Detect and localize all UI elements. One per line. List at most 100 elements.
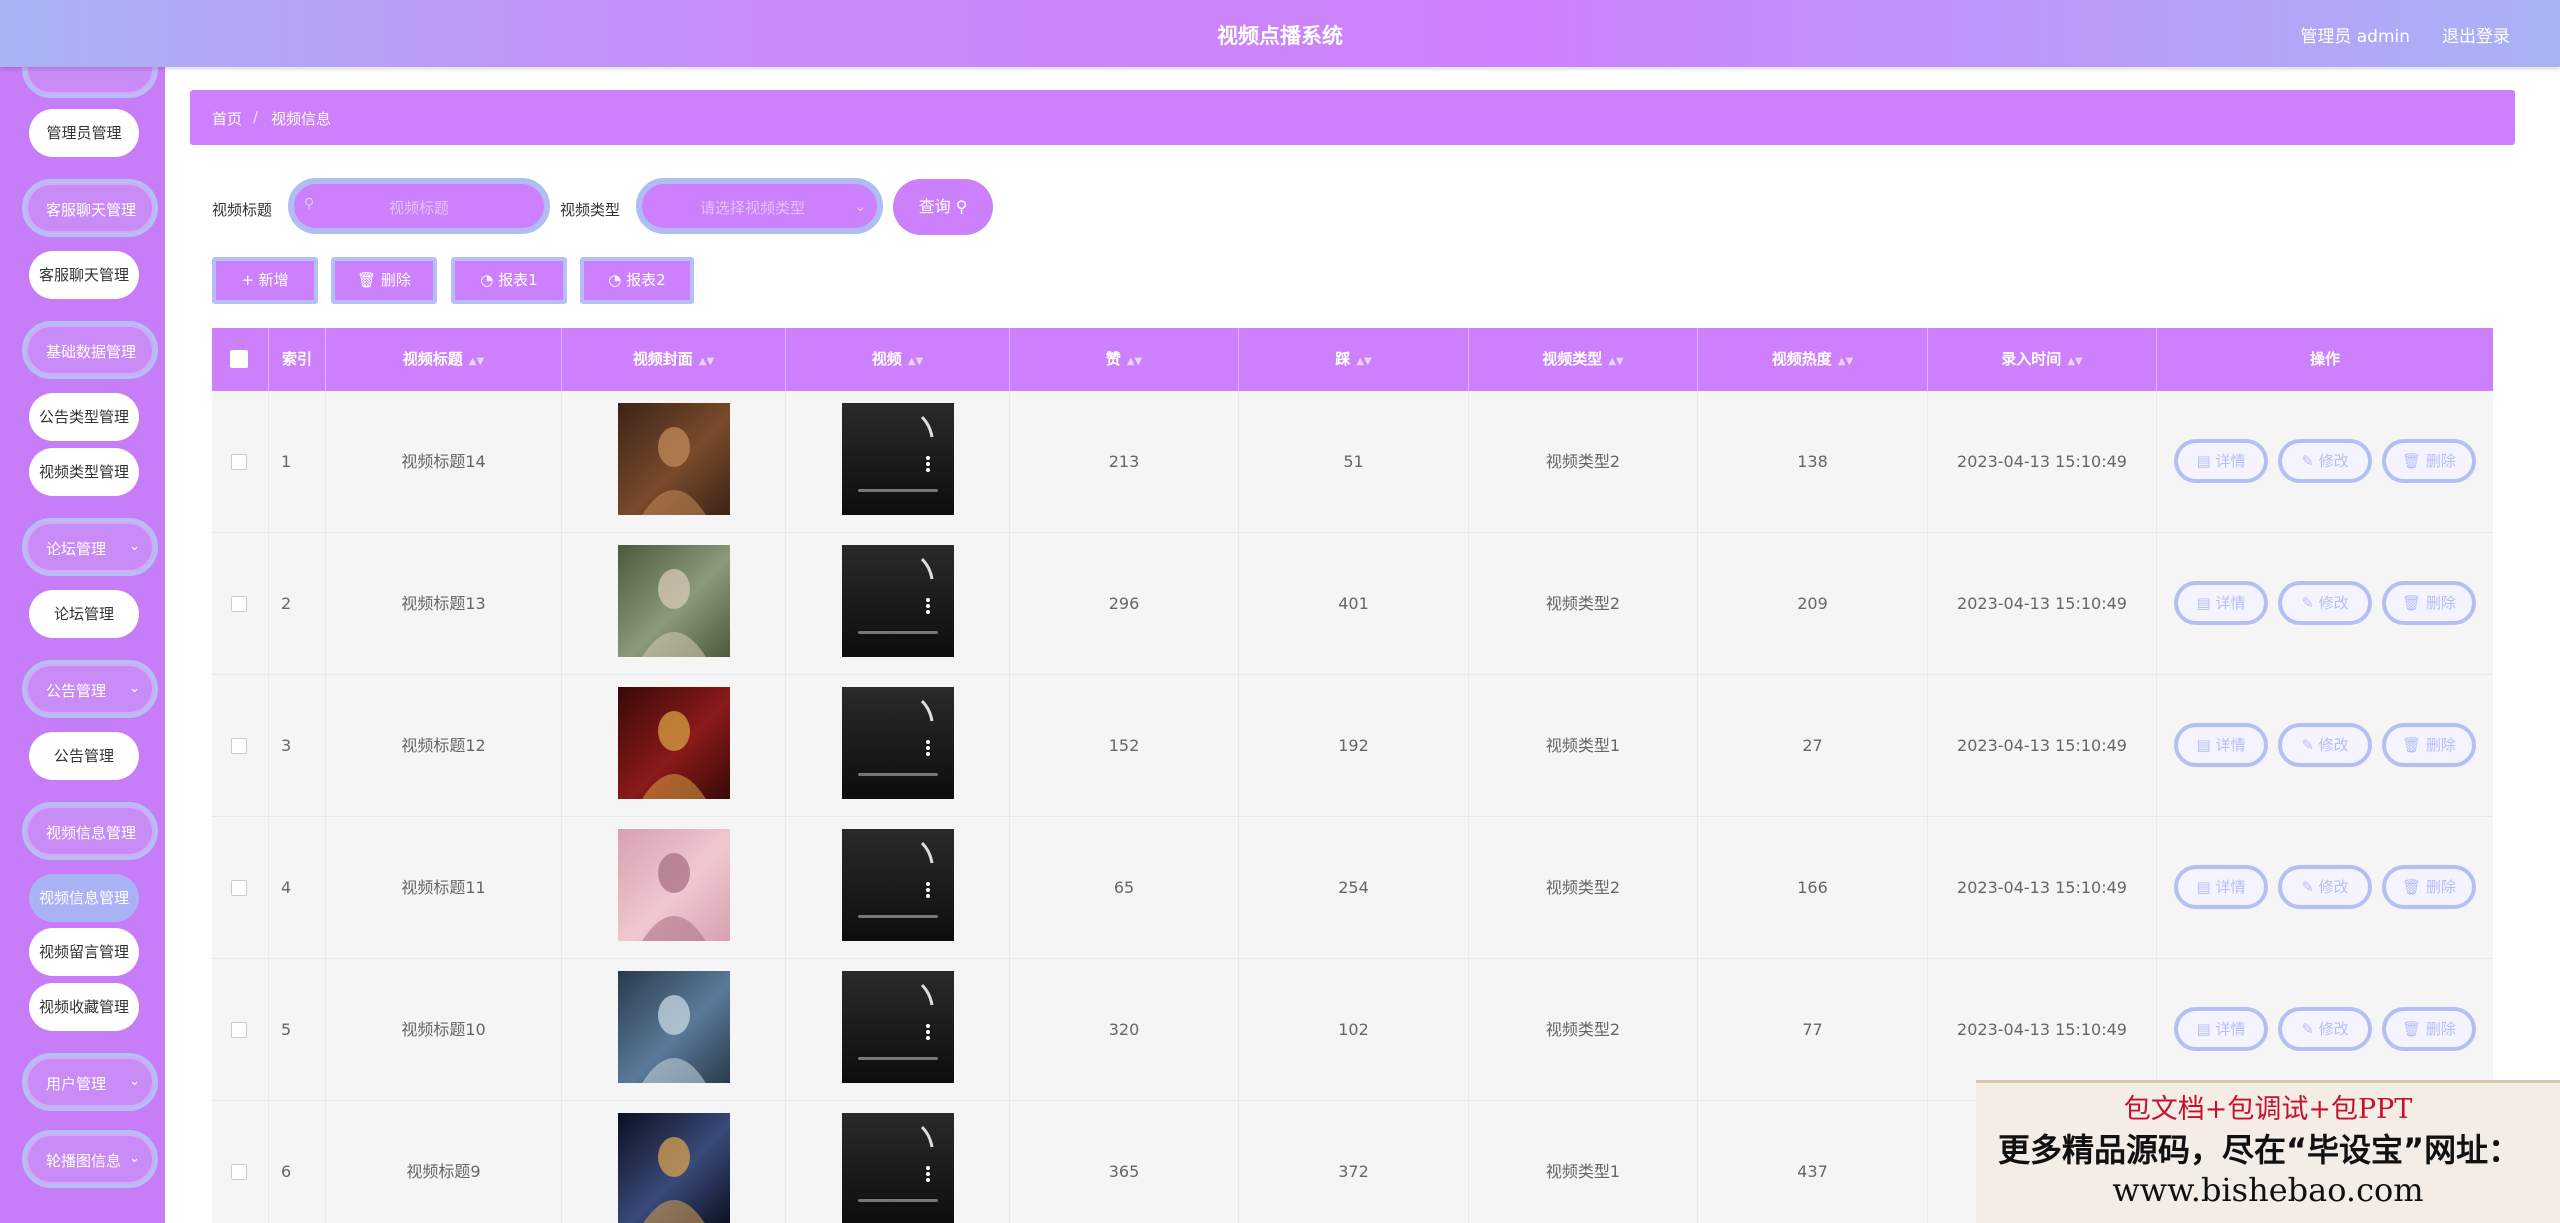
row-select-cell — [212, 1101, 269, 1223]
header-time[interactable]: 录入时间 ▲▼ — [1928, 328, 2157, 391]
cell-index: 1 — [269, 391, 326, 533]
trash-icon: 🗑 — [2402, 1020, 2426, 1038]
video-player[interactable] — [842, 829, 954, 941]
logout-link[interactable]: 退出登录 — [2442, 22, 2510, 47]
sort-icon: ▲▼ — [1356, 356, 1372, 367]
table-header: 索引 视频标题 ▲▼ 视频封面 ▲▼ 视频 ▲▼ 赞 ▲▼ 踩 ▲▼ 视频类型 ▲▼ 视频热… — [212, 328, 2493, 391]
type-select[interactable]: 请选择视频类型 ⌄ — [636, 178, 883, 234]
edit-button[interactable]: ✎ 修改 — [2278, 723, 2372, 767]
row-checkbox[interactable] — [231, 1022, 247, 1038]
document-icon: ▤ — [2196, 736, 2216, 754]
cover-image[interactable] — [618, 1113, 730, 1223]
delete-button[interactable]: 🗑 删除 — [2382, 865, 2476, 909]
edit-button[interactable]: ✎ 修改 — [2278, 581, 2372, 625]
cell-actions: ▤ 详情✎ 修改🗑 删除 — [2157, 533, 2493, 675]
cell-title: 视频标题13 — [326, 533, 562, 675]
delete-button[interactable]: 🗑 删除 — [2382, 723, 2476, 767]
sidebar-item-video-info[interactable]: 视频信息管理 — [29, 874, 139, 922]
cover-image[interactable] — [618, 971, 730, 1083]
cover-image[interactable] — [618, 687, 730, 799]
header-cover[interactable]: 视频封面 ▲▼ — [562, 328, 786, 391]
sidebar-group-carousel[interactable]: 轮播图信息 ⌄ — [22, 1130, 158, 1188]
video-player[interactable] — [842, 971, 954, 1083]
select-all-checkbox[interactable] — [230, 350, 248, 368]
title-search-input[interactable]: ⚲ 视频标题 — [288, 178, 550, 234]
detail-button[interactable]: ▤ 详情 — [2174, 865, 2268, 909]
delete-button[interactable]: 🗑 删除 — [2382, 581, 2476, 625]
sidebar-item-video-comments[interactable]: 视频留言管理 — [29, 928, 139, 976]
row-checkbox[interactable] — [231, 596, 247, 612]
sort-icon: ▲▼ — [1837, 356, 1854, 367]
cell-likes: 296 — [1010, 533, 1239, 675]
header-likes[interactable]: 赞 ▲▼ — [1010, 328, 1239, 391]
breadcrumb-home[interactable]: 首页 — [212, 108, 242, 129]
row-select-cell — [212, 959, 269, 1101]
sidebar-item-notice[interactable]: 公告管理 — [29, 732, 139, 780]
cell-dislikes: 401 — [1239, 533, 1469, 675]
cover-image[interactable] — [618, 545, 730, 657]
video-player[interactable] — [842, 687, 954, 799]
cell-heat: 77 — [1698, 959, 1928, 1101]
header-select-all[interactable] — [212, 328, 269, 391]
ad-line2: 更多精品源码，尽在“毕设宝”网址： — [1998, 1131, 2521, 1169]
sidebar-group-forum[interactable]: 论坛管理 ⌄ — [22, 518, 158, 576]
title-search-placeholder: 视频标题 — [389, 199, 450, 217]
detail-button[interactable]: ▤ 详情 — [2174, 1007, 2268, 1051]
cell-index: 3 — [269, 675, 326, 817]
row-checkbox[interactable] — [231, 880, 247, 896]
cover-image[interactable] — [618, 403, 730, 515]
edit-button[interactable]: ✎ 修改 — [2278, 1007, 2372, 1051]
header-type[interactable]: 视频类型 ▲▼ — [1469, 328, 1698, 391]
cover-image[interactable] — [618, 829, 730, 941]
row-checkbox[interactable] — [231, 738, 247, 754]
cell-video — [786, 675, 1010, 817]
cell-title: 视频标题12 — [326, 675, 562, 817]
cell-video — [786, 1101, 1010, 1223]
sidebar-group-chat[interactable]: 客服聊天管理 — [22, 179, 158, 237]
query-button[interactable]: 查询 ⚲ — [893, 179, 993, 235]
cell-cover — [562, 817, 786, 959]
cell-video — [786, 959, 1010, 1101]
video-player-icon — [858, 557, 938, 634]
sidebar-item-video-favorites[interactable]: 视频收藏管理 — [29, 983, 139, 1031]
video-player[interactable] — [842, 545, 954, 657]
batch-delete-label: 删除 — [380, 271, 411, 289]
delete-button[interactable]: 🗑 删除 — [2382, 1007, 2476, 1051]
report1-button[interactable]: ◔ 报表1 — [451, 257, 567, 304]
detail-button[interactable]: ▤ 详情 — [2174, 723, 2268, 767]
row-checkbox[interactable] — [231, 454, 247, 470]
video-player[interactable] — [842, 1113, 954, 1223]
cell-dislikes: 51 — [1239, 391, 1469, 533]
edit-button[interactable]: ✎ 修改 — [2278, 439, 2372, 483]
delete-button-label: 删除 — [2425, 1020, 2456, 1038]
header-title[interactable]: 视频标题 ▲▼ — [326, 328, 562, 391]
header-video[interactable]: 视频 ▲▼ — [786, 328, 1010, 391]
add-button[interactable]: + 新增 — [212, 257, 318, 304]
header-actions: 操作 — [2309, 350, 2340, 368]
header-heat[interactable]: 视频热度 ▲▼ — [1698, 328, 1928, 391]
sidebar-item-forum[interactable]: 论坛管理 — [29, 590, 139, 638]
sidebar-item-video-type[interactable]: 视频类型管理 — [29, 448, 139, 496]
cell-likes: 152 — [1010, 675, 1239, 817]
sidebar-item-chat[interactable]: 客服聊天管理 — [29, 251, 139, 299]
sidebar-group-notice[interactable]: 公告管理 ⌄ — [22, 660, 158, 718]
delete-button[interactable]: 🗑 删除 — [2382, 439, 2476, 483]
detail-button[interactable]: ▤ 详情 — [2174, 581, 2268, 625]
video-player[interactable] — [842, 403, 954, 515]
cell-dislikes: 372 — [1239, 1101, 1469, 1223]
sidebar-item-admin[interactable]: 管理员管理 — [29, 109, 139, 157]
sidebar-item-notice-type[interactable]: 公告类型管理 — [29, 393, 139, 441]
sidebar-group-users[interactable]: 用户管理 ⌄ — [22, 1053, 158, 1111]
sidebar-group-video[interactable]: 视频信息管理 — [22, 802, 158, 860]
sidebar-group-basic-data[interactable]: 基础数据管理 — [22, 321, 158, 379]
edit-button[interactable]: ✎ 修改 — [2278, 865, 2372, 909]
type-select-placeholder: 请选择视频类型 — [700, 199, 806, 217]
header-dislikes[interactable]: 踩 ▲▼ — [1239, 328, 1469, 391]
report2-button[interactable]: ◔ 报表2 — [580, 257, 694, 304]
delete-button-label: 删除 — [2425, 452, 2456, 470]
detail-button[interactable]: ▤ 详情 — [2174, 439, 2268, 483]
pencil-icon: ✎ — [2301, 452, 2319, 470]
sort-icon: ▲▼ — [1608, 356, 1624, 367]
row-checkbox[interactable] — [231, 1164, 247, 1180]
batch-delete-button[interactable]: 🗑 删除 — [331, 257, 437, 304]
